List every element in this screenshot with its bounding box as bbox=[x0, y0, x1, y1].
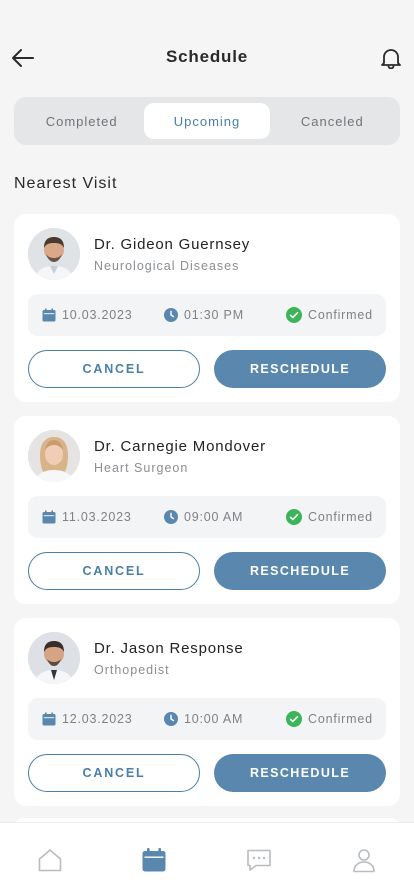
reschedule-button[interactable]: RESCHEDULE bbox=[214, 350, 386, 388]
bottom-nav bbox=[0, 822, 414, 896]
calendar-icon bbox=[42, 308, 56, 322]
doctor-name: Dr. Carnegie Mondover bbox=[94, 438, 266, 455]
bell-icon bbox=[381, 49, 401, 69]
section-title: Nearest Visit bbox=[14, 175, 118, 192]
tab-canceled[interactable]: Canceled bbox=[270, 103, 395, 139]
calendar-icon bbox=[42, 510, 56, 524]
appointment-date: 11.03.2023 bbox=[62, 510, 132, 524]
cancel-button[interactable]: CANCEL bbox=[28, 754, 200, 792]
clock-icon bbox=[164, 510, 178, 524]
tab-upcoming[interactable]: Upcoming bbox=[144, 103, 270, 139]
status-badge: Confirmed bbox=[308, 308, 373, 322]
appointment-info: 12.03.2023 10:00 AM Confirmed bbox=[28, 698, 386, 740]
profile-icon bbox=[353, 849, 375, 873]
nav-schedule[interactable] bbox=[141, 847, 167, 873]
appointment-card: Dr. Carnegie Mondover Heart Surgeon 11.0… bbox=[14, 416, 400, 604]
status-badge: Confirmed bbox=[308, 712, 373, 726]
reschedule-button[interactable]: RESCHEDULE bbox=[214, 754, 386, 792]
nav-profile[interactable] bbox=[351, 847, 377, 873]
nav-home[interactable] bbox=[37, 847, 63, 873]
appointment-info: 10.03.2023 01:30 PM Confirmed bbox=[28, 294, 386, 336]
cancel-button[interactable]: CANCEL bbox=[28, 350, 200, 388]
home-icon bbox=[38, 849, 62, 872]
appointment-date: 10.03.2023 bbox=[62, 308, 133, 322]
page-title: Schedule bbox=[166, 47, 248, 66]
doctor-specialty: Orthopedist bbox=[94, 663, 170, 677]
cancel-button[interactable]: CANCEL bbox=[28, 552, 200, 590]
doctor-avatar bbox=[28, 632, 80, 684]
schedule-tabs: Completed Upcoming Canceled bbox=[14, 97, 400, 145]
chat-icon bbox=[247, 849, 271, 871]
doctor-specialty: Heart Surgeon bbox=[94, 461, 189, 475]
clock-icon bbox=[164, 308, 178, 322]
check-circle-icon bbox=[286, 711, 302, 727]
check-circle-icon bbox=[286, 509, 302, 525]
doctor-avatar bbox=[28, 228, 80, 280]
reschedule-button[interactable]: RESCHEDULE bbox=[214, 552, 386, 590]
appointment-info: 11.03.2023 09:00 AM Confirmed bbox=[28, 496, 386, 538]
doctor-specialty: Neurological Diseases bbox=[94, 259, 240, 273]
appointment-time: 01:30 PM bbox=[184, 308, 244, 322]
status-badge: Confirmed bbox=[308, 510, 373, 524]
notifications-button[interactable] bbox=[380, 46, 402, 70]
doctor-name: Dr. Gideon Guernsey bbox=[94, 236, 251, 253]
check-circle-icon bbox=[286, 307, 302, 323]
calendar-icon bbox=[142, 848, 166, 872]
appointment-time: 09:00 AM bbox=[184, 510, 244, 524]
clock-icon bbox=[164, 712, 178, 726]
appointment-time: 10:00 AM bbox=[184, 712, 244, 726]
doctor-name: Dr. Jason Response bbox=[94, 640, 244, 657]
appointment-card: Dr. Gideon Guernsey Neurological Disease… bbox=[14, 214, 400, 402]
header: Schedule bbox=[0, 0, 414, 96]
tab-completed[interactable]: Completed bbox=[19, 103, 144, 139]
appointment-date: 12.03.2023 bbox=[62, 712, 133, 726]
nav-messages[interactable] bbox=[246, 847, 272, 873]
doctor-avatar bbox=[28, 430, 80, 482]
calendar-icon bbox=[42, 712, 56, 726]
appointment-card: Dr. Jason Response Orthopedist 12.03.202… bbox=[14, 618, 400, 806]
